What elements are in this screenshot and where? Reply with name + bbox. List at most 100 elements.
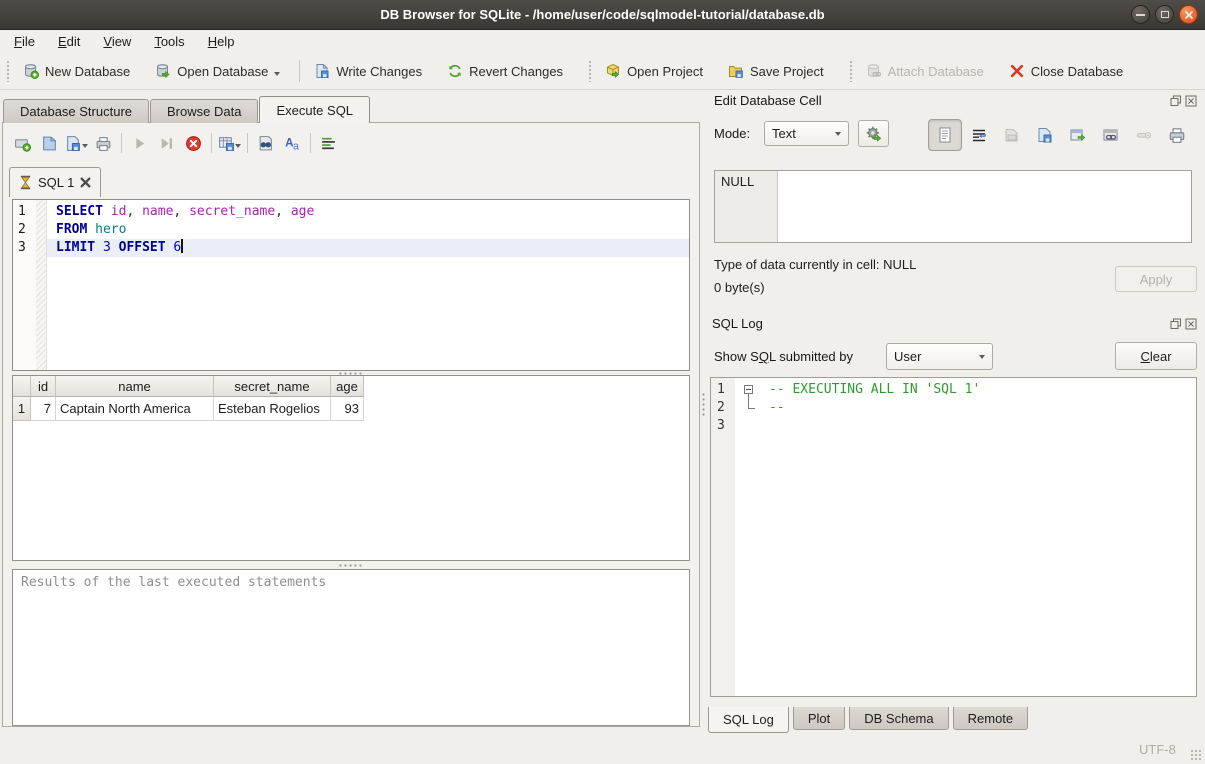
save-results-button[interactable] — [216, 130, 243, 157]
export-data-button[interactable] — [1032, 122, 1058, 148]
float-panel-icon[interactable] — [1170, 95, 1182, 107]
fold-guide-line — [748, 394, 749, 408]
toolbar-separator — [211, 133, 212, 153]
close-icon — [1184, 10, 1194, 20]
format-sql-button[interactable] — [315, 130, 342, 157]
menubar: File Edit View Tools Help — [0, 30, 1205, 53]
tab-database-structure[interactable]: Database Structure — [3, 99, 149, 123]
results-message-pane[interactable]: Results of the last executed statements — [12, 569, 690, 726]
splitter-results-messages[interactable] — [12, 563, 690, 568]
new-database-button[interactable]: New Database — [17, 58, 136, 84]
table-row[interactable]: 1 7 Captain North America Esteban Rogeli… — [13, 397, 689, 421]
code-line: SELECT id, name, secret_name, age — [47, 203, 689, 221]
text-mode-icon — [936, 126, 954, 144]
open-sql-file-button[interactable] — [36, 130, 63, 157]
sql-log-panel-controls — [1170, 318, 1197, 330]
resize-grip[interactable] — [1190, 749, 1203, 762]
cell-id[interactable]: 7 — [31, 397, 56, 421]
save-as-icon — [1036, 126, 1054, 144]
find-icon — [257, 135, 274, 152]
cell-secret-name[interactable]: Esteban Rogelios — [214, 397, 331, 421]
log-body[interactable]: -- EXECUTING ALL IN 'SQL 1' -- — [735, 378, 1196, 696]
results-grid[interactable]: id name secret_name age 1 7 Captain Nort… — [12, 375, 690, 561]
tab-db-schema[interactable]: DB Schema — [849, 707, 948, 730]
save-sql-file-icon — [65, 135, 82, 152]
tab-remote[interactable]: Remote — [953, 707, 1029, 730]
close-database-button[interactable]: Close Database — [1003, 58, 1130, 84]
sql-log-filter-select[interactable]: User — [886, 343, 993, 370]
open-external-button[interactable] — [1065, 122, 1091, 148]
save-results-dropdown-icon[interactable] — [235, 144, 241, 151]
open-database-button[interactable]: Open Database — [149, 58, 286, 84]
attach-database-icon — [866, 63, 882, 79]
cell-type-info: Type of data currently in cell: NULL — [714, 257, 916, 272]
open-project-button[interactable]: Open Project — [599, 58, 709, 84]
cell-age[interactable]: 93 — [331, 397, 364, 421]
clear-log-button[interactable]: Clear — [1115, 342, 1197, 370]
execute-sql-pane: A a SQL 1 1 — [2, 122, 700, 727]
open-sql-new-tab-button[interactable] — [9, 130, 36, 157]
cell-size-info: 0 byte(s) — [714, 280, 765, 295]
toolbar-separator — [310, 133, 311, 153]
copy-link-button[interactable] — [1098, 122, 1124, 148]
column-header-age[interactable]: age — [331, 376, 364, 397]
row-header-cell[interactable]: 1 — [13, 397, 31, 421]
tab-browse-data[interactable]: Browse Data — [150, 99, 258, 123]
print-cell-button[interactable] — [1164, 122, 1190, 148]
splitter-handle-icon — [338, 564, 364, 567]
mode-select[interactable]: Text — [764, 121, 849, 146]
save-sql-file-button[interactable] — [63, 130, 90, 157]
menu-file[interactable]: File — [11, 32, 38, 51]
sql-log-view[interactable]: 1 2 3 -- EXECUTING ALL IN 'SQL 1' -- — [710, 377, 1197, 697]
float-panel-icon[interactable] — [1170, 318, 1182, 330]
stop-button[interactable] — [180, 130, 207, 157]
column-header-secret-name[interactable]: secret_name — [214, 376, 331, 397]
maximize-button[interactable] — [1155, 5, 1174, 24]
save-sql-dropdown-icon[interactable] — [82, 144, 88, 151]
menu-help[interactable]: Help — [205, 32, 238, 51]
execute-current-line-button — [153, 130, 180, 157]
letter-case-button[interactable]: A a — [279, 130, 306, 157]
close-panel-icon[interactable] — [1185, 318, 1197, 330]
write-changes-button[interactable]: Write Changes — [308, 58, 428, 84]
auto-apply-button[interactable] — [858, 120, 889, 147]
open-project-icon — [605, 63, 621, 79]
toolbar-grip[interactable] — [588, 60, 593, 82]
column-header-name[interactable]: name — [56, 376, 214, 397]
tab-sql-log[interactable]: SQL Log — [708, 707, 789, 733]
letter-case-icon: A a — [284, 135, 301, 152]
print-sql-button[interactable] — [90, 130, 117, 157]
svg-text:a: a — [293, 140, 299, 152]
toolbar-separator — [121, 133, 122, 153]
menu-tools[interactable]: Tools — [151, 32, 187, 51]
menu-view[interactable]: View — [100, 32, 134, 51]
open-database-icon — [155, 63, 171, 79]
cell-edit-area[interactable] — [778, 171, 1191, 242]
open-database-dropdown-icon[interactable] — [274, 72, 280, 79]
revert-changes-button[interactable]: Revert Changes — [441, 58, 569, 84]
toolbar-separator — [299, 60, 300, 82]
tab-execute-sql[interactable]: Execute SQL — [259, 96, 370, 123]
tab-plot[interactable]: Plot — [793, 707, 845, 730]
toolbar-grip[interactable] — [6, 60, 11, 82]
toolbar-grip[interactable] — [849, 60, 854, 82]
cell-name[interactable]: Captain North America — [56, 397, 214, 421]
menu-edit[interactable]: Edit — [55, 32, 83, 51]
text-mode-button[interactable] — [928, 119, 962, 151]
editor-code[interactable]: SELECT id, name, secret_name, age FROM h… — [47, 200, 689, 370]
find-button[interactable] — [252, 130, 279, 157]
sql-file-tab[interactable]: SQL 1 — [9, 167, 101, 197]
minimize-button[interactable] — [1131, 5, 1150, 24]
cell-editor[interactable]: NULL — [714, 170, 1192, 243]
corner-header-cell[interactable] — [13, 376, 31, 397]
column-header-id[interactable]: id — [31, 376, 56, 397]
close-button[interactable] — [1179, 5, 1198, 24]
fold-collapse-icon[interactable] — [744, 385, 753, 394]
results-header-row: id name secret_name age — [13, 376, 689, 397]
word-wrap-button[interactable] — [966, 122, 992, 148]
close-panel-icon[interactable] — [1185, 95, 1197, 107]
open-sql-file-icon — [41, 135, 58, 152]
sql-editor[interactable]: 1 2 3 SELECT id, name, secret_name, age … — [12, 199, 690, 371]
save-project-button[interactable]: Save Project — [722, 58, 830, 84]
close-tab-icon[interactable] — [80, 177, 91, 188]
